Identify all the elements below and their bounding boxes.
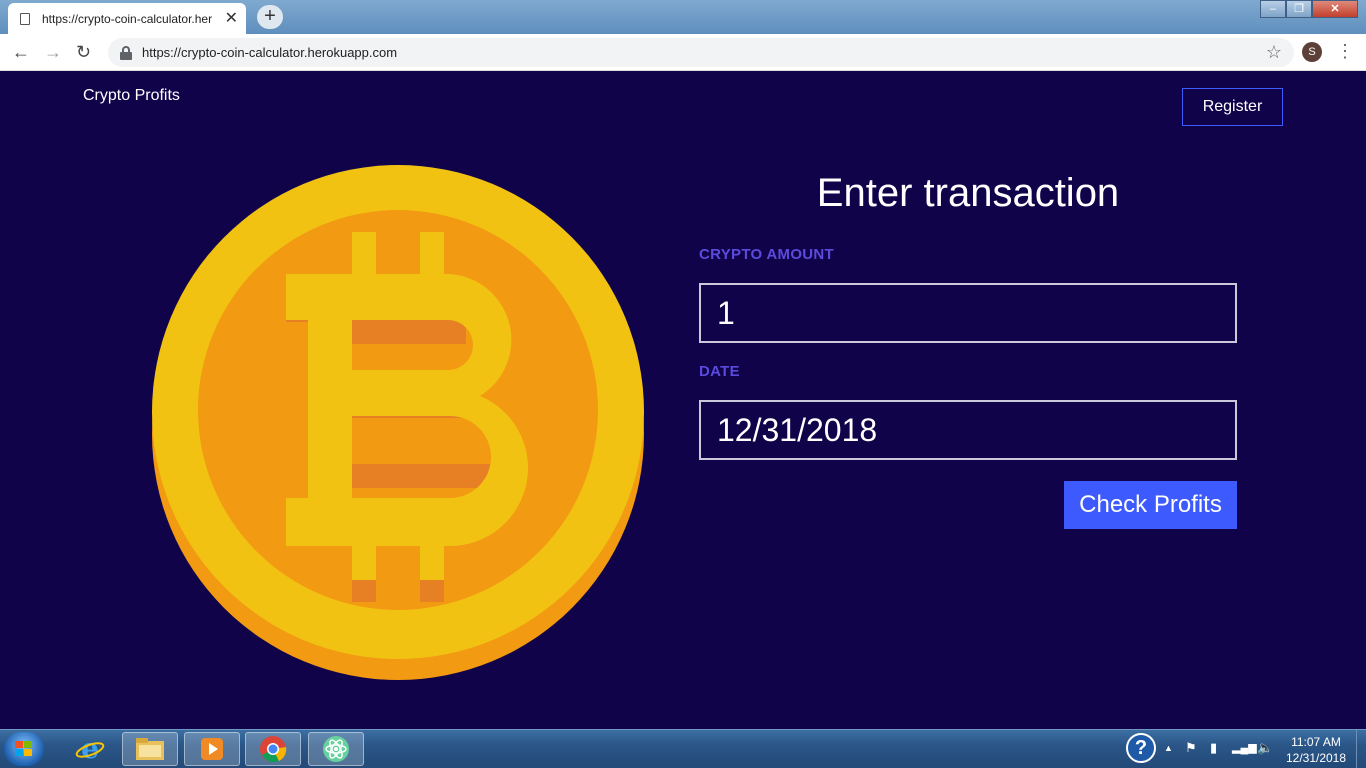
minimize-icon[interactable]: – [1260,0,1286,18]
new-tab-button[interactable]: + [257,5,283,29]
tab-title: https://crypto-coin-calculator.her [42,11,213,26]
browser-toolbar: ← → ↻ https://crypto-coin-calculator.her… [0,34,1366,71]
clock-time: 11:07 AM [1291,735,1341,749]
bookmark-star-icon[interactable]: ☆ [1266,42,1282,63]
forward-icon[interactable]: → [44,41,62,63]
back-icon[interactable]: ← [12,41,30,63]
crypto-amount-input[interactable] [699,283,1237,343]
maximize-icon[interactable]: ❐ [1286,0,1312,18]
file-explorer-icon[interactable] [122,732,178,766]
form-title: Enter transaction [816,171,1120,215]
browser-menu-icon[interactable]: ⋮ [1336,40,1354,62]
page-content: Crypto Profits Register Enter transactio… [0,71,1366,729]
register-button[interactable]: Register [1182,88,1283,126]
lock-icon [120,45,132,60]
atom-editor-icon[interactable] [308,732,364,766]
media-player-icon[interactable] [184,732,240,766]
show-desktop-button[interactable] [1356,730,1366,768]
date-label: DATE [699,363,740,380]
clock-date: 12/31/2018 [1285,751,1347,765]
bitcoin-icon [152,165,644,680]
date-input[interactable] [699,400,1237,460]
start-button[interactable] [4,732,44,766]
address-bar[interactable]: https://crypto-coin-calculator.herokuapp… [108,38,1294,67]
taskbar: e ? ▲ ⚑ ▮ ▂▄▆ 🔈 11:07 AM 12/31/2018 [0,729,1366,768]
window-close-icon[interactable]: ✕ [1312,0,1358,18]
page-icon [20,12,30,25]
windows-logo-icon [15,741,33,757]
profile-avatar[interactable]: S [1302,42,1322,62]
close-tab-icon[interactable]: ✕ [225,10,238,27]
check-profits-button[interactable]: Check Profits [1064,481,1237,529]
action-center-flag-icon[interactable]: ⚑ [1185,740,1197,756]
browser-tab-strip: https://crypto-coin-calculator.her ✕ + –… [0,0,1366,34]
help-icon[interactable]: ? [1126,733,1156,763]
crypto-amount-label: CRYPTO AMOUNT [699,246,835,263]
internet-explorer-icon[interactable]: e [62,732,118,766]
brand-name[interactable]: Crypto Profits [83,87,180,105]
browser-tab[interactable]: https://crypto-coin-calculator.her ✕ [8,3,246,34]
show-hidden-icons-icon[interactable]: ▲ [1164,740,1173,756]
url-text[interactable]: https://crypto-coin-calculator.herokuapp… [142,45,397,60]
system-clock[interactable]: 11:07 AM 12/31/2018 [1280,734,1352,766]
svg-text:e: e [81,734,99,764]
window-controls: – ❐ ✕ [1260,0,1358,18]
battery-icon[interactable]: ▮ [1210,740,1217,756]
reload-icon[interactable]: ↻ [76,41,91,63]
volume-icon[interactable]: 🔈 [1257,740,1273,756]
chrome-icon[interactable] [245,732,301,766]
network-signal-icon[interactable]: ▂▄▆ [1232,740,1257,756]
